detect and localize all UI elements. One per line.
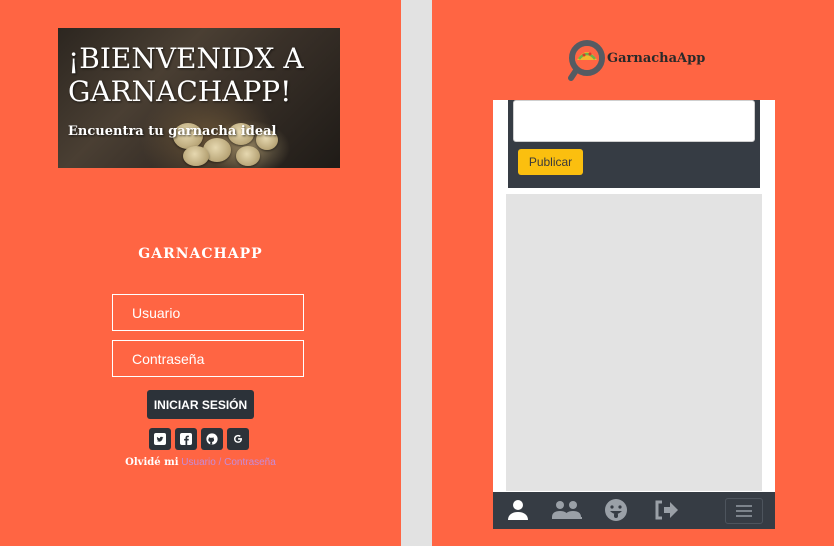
feed-area <box>506 194 762 491</box>
users-icon[interactable] <box>551 498 583 522</box>
forgot-lead: Olvidé mi <box>125 457 179 468</box>
forgot-username-link[interactable]: Usuario <box>181 457 215 468</box>
forgot-password-link[interactable]: Contraseña <box>224 457 276 468</box>
menu-icon[interactable] <box>725 498 763 524</box>
logout-icon[interactable] <box>654 498 680 522</box>
publish-button[interactable]: Publicar <box>518 149 583 175</box>
login-button[interactable]: INICIAR SESIÓN <box>147 390 254 419</box>
github-icon[interactable] <box>201 428 223 450</box>
hero-banner: ¡BIENVENIDX A GARNACHAPP! Encuentra tu g… <box>58 28 340 168</box>
app-title: GarnachaApp <box>607 51 706 66</box>
twitter-icon[interactable] <box>149 428 171 450</box>
hero-title: ¡BIENVENIDX A GARNACHAPP! <box>68 42 304 108</box>
post-composer: Publicar <box>508 100 760 188</box>
google-icon[interactable] <box>227 428 249 450</box>
password-input[interactable] <box>112 340 304 377</box>
emoji-icon[interactable] <box>604 498 628 522</box>
user-icon[interactable] <box>507 498 529 522</box>
post-textarea[interactable] <box>513 100 755 142</box>
username-input[interactable] <box>112 294 304 331</box>
login-panel: ¡BIENVENIDX A GARNACHAPP! Encuentra tu g… <box>0 0 401 546</box>
brand-heading: GARNACHAPP <box>138 246 263 262</box>
hero-subtitle: Encuentra tu garnacha ideal <box>68 124 277 139</box>
social-login-row <box>149 428 249 450</box>
forgot-credentials: Olvidé mi Usuario / Contraseña <box>0 457 401 468</box>
facebook-icon[interactable] <box>175 428 197 450</box>
bottom-nav <box>493 492 775 529</box>
forgot-separator: / <box>218 457 222 468</box>
phone-screen: Publicar <box>493 100 775 529</box>
